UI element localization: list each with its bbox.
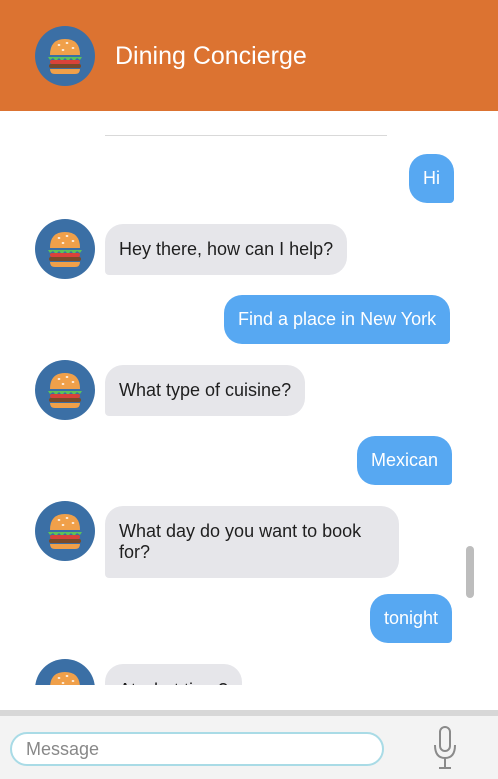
- chat-header: Dining Concierge: [0, 0, 498, 111]
- composer: [0, 716, 498, 779]
- chat-title: Dining Concierge: [115, 42, 307, 70]
- user-message: tonight: [370, 594, 453, 643]
- burger-icon: [35, 659, 95, 685]
- bot-message: Hey there, how can I help?: [105, 224, 348, 275]
- bot-message: At what time?: [105, 664, 243, 685]
- history-divider: [105, 135, 387, 136]
- message-list[interactable]: Hi Hey there, how can I help? Find a pla…: [0, 111, 498, 685]
- message-input[interactable]: [10, 732, 384, 766]
- bot-message: What day do you want to book for?: [105, 506, 399, 578]
- burger-icon: [35, 501, 95, 561]
- user-message: Find a place in New York: [224, 295, 451, 344]
- bot-message: What type of cuisine?: [105, 365, 306, 416]
- user-message: Hi: [409, 154, 454, 203]
- burger-icon: [35, 26, 95, 86]
- burger-icon: [35, 360, 95, 420]
- microphone-icon[interactable]: [432, 725, 458, 771]
- scrollbar-thumb[interactable]: [466, 546, 474, 598]
- burger-icon: [35, 219, 95, 279]
- user-message: Mexican: [357, 436, 453, 485]
